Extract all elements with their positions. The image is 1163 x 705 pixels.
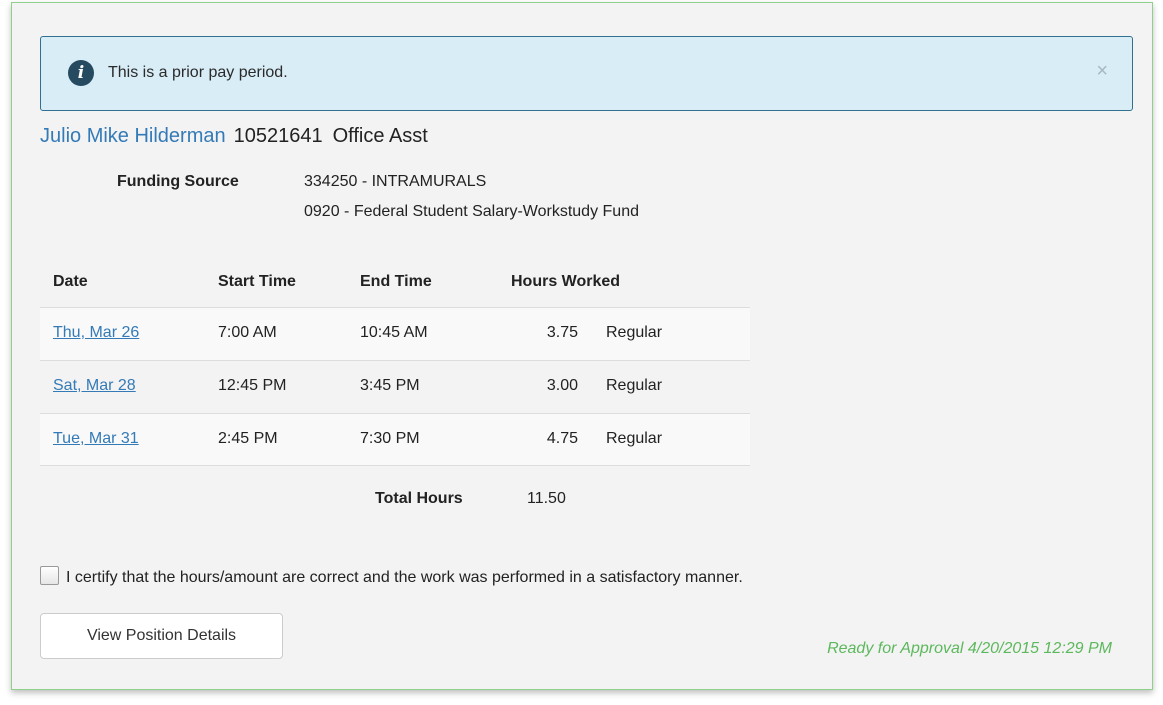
column-header-start-time: Start Time — [218, 273, 296, 290]
row-end-time: 3:45 PM — [360, 377, 420, 394]
employee-name-link[interactable]: Julio Mike Hilderman — [40, 125, 226, 147]
timesheet-panel: i This is a prior pay period. × Julio Mi… — [11, 2, 1153, 690]
approval-status: Ready for Approval 4/20/2015 12:29 PM — [827, 640, 1112, 657]
table-row: Tue, Mar 31 2:45 PM 7:30 PM 4.75 Regular — [40, 413, 750, 466]
row-date-link[interactable]: Thu, Mar 26 — [53, 324, 139, 342]
column-header-hours-worked: Hours Worked — [511, 273, 621, 290]
total-hours-label: Total Hours — [375, 490, 463, 507]
funding-source-line: 334250 - INTRAMURALS — [304, 173, 487, 190]
row-date-link[interactable]: Sat, Mar 28 — [53, 377, 136, 395]
row-end-time: 7:30 PM — [360, 430, 420, 447]
funding-source-line: 0920 - Federal Student Salary-Workstudy … — [304, 203, 639, 220]
certify-checkbox[interactable] — [40, 566, 59, 585]
row-hour-type: Regular — [606, 377, 663, 394]
row-hours: 3.00 — [546, 377, 578, 394]
row-start-time: 7:00 AM — [218, 324, 277, 341]
row-hours: 4.75 — [546, 430, 578, 447]
employee-id: 10521641 — [233, 125, 323, 147]
prior-period-alert: i This is a prior pay period. × — [40, 36, 1133, 111]
close-icon[interactable]: × — [1096, 61, 1108, 81]
position-title: Office Asst — [332, 125, 428, 147]
row-end-time: 10:45 AM — [360, 324, 428, 341]
view-position-details-button[interactable]: View Position Details — [40, 613, 283, 659]
funding-source-label: Funding Source — [117, 173, 239, 190]
row-hours: 3.75 — [546, 324, 578, 341]
column-header-end-time: End Time — [360, 273, 432, 290]
info-icon: i — [68, 60, 94, 86]
table-row: Thu, Mar 26 7:00 AM 10:45 AM 3.75 Regula… — [40, 307, 750, 360]
alert-message: This is a prior pay period. — [108, 64, 288, 81]
row-hour-type: Regular — [606, 324, 663, 341]
certify-label: I certify that the hours/amount are corr… — [66, 569, 743, 586]
total-hours-value: 11.50 — [527, 490, 566, 507]
row-date-link[interactable]: Tue, Mar 31 — [53, 430, 139, 448]
column-header-date: Date — [53, 273, 88, 290]
row-start-time: 12:45 PM — [218, 377, 287, 394]
table-row: Sat, Mar 28 12:45 PM 3:45 PM 3.00 Regula… — [40, 360, 750, 413]
employee-header: Julio Mike Hilderman 10521641 Office Asst — [40, 125, 428, 148]
row-start-time: 2:45 PM — [218, 430, 278, 447]
row-hour-type: Regular — [606, 430, 663, 447]
